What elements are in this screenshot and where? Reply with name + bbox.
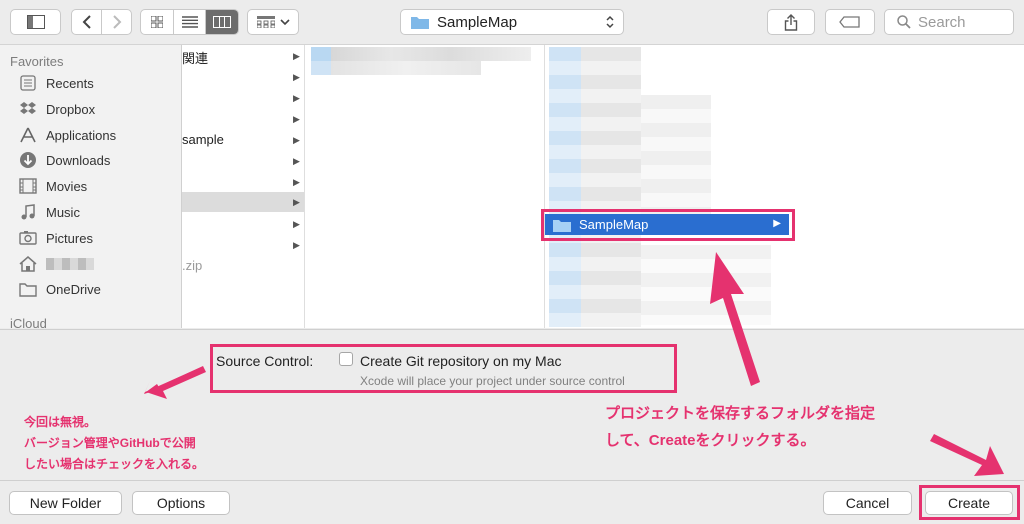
save-dialog: SampleMap Search Favorites Recents Dropb… [0, 0, 1024, 524]
arrow-up-annotation-icon [710, 252, 760, 386]
cancel-button[interactable]: Cancel [823, 491, 912, 515]
annotation-line: バージョン管理やGitHubで公開 [24, 436, 196, 450]
arrow-left-annotation-shape [146, 366, 206, 399]
create-button-highlight-box [919, 485, 1020, 520]
arrow-down-right-annotation-icon [930, 434, 1004, 476]
annotation-line: して、Createをクリックする。 [605, 432, 816, 449]
annotation-line: 今回は無視。 [24, 415, 97, 429]
options-button[interactable]: Options [132, 491, 230, 515]
bottom-bar: New Folder Options Cancel Create [0, 480, 1024, 524]
new-folder-button[interactable]: New Folder [9, 491, 122, 515]
right-annotation-note: プロジェクトを保存するフォルダを指定 して、Createをクリックする。 [605, 400, 875, 454]
left-annotation-note: 今回は無視。 バージョン管理やGitHubで公開 したい場合はチェックを入れる。 [24, 412, 204, 475]
annotation-line: プロジェクトを保存するフォルダを指定 [605, 405, 876, 422]
annotation-line: したい場合はチェックを入れる。 [24, 457, 205, 471]
